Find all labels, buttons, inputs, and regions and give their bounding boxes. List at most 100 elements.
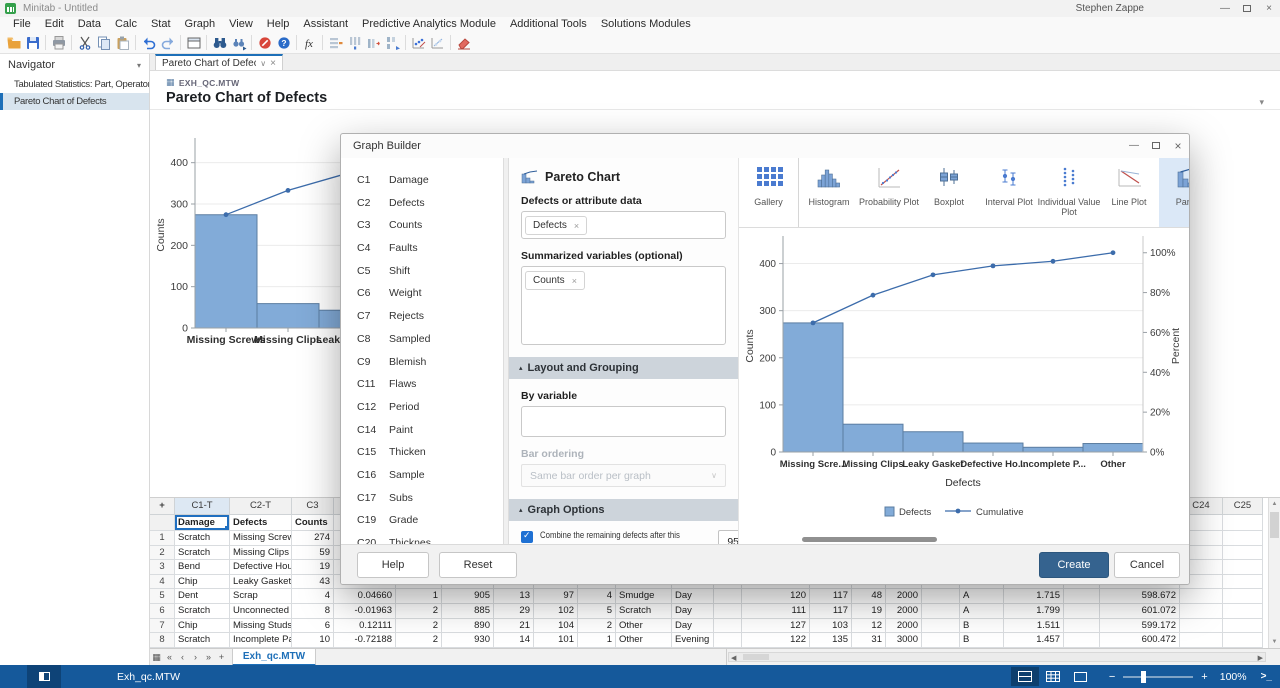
table-cell[interactable]: -0.72188 <box>334 633 396 648</box>
menu-graph[interactable]: Graph <box>178 17 223 32</box>
collapse-section-icon[interactable]: ▴ <box>519 506 523 514</box>
table-cell[interactable]: Evening <box>672 633 714 648</box>
table-cell[interactable]: Day <box>672 589 714 604</box>
table-cell[interactable]: Day <box>672 619 714 634</box>
navigator-header[interactable]: Navigator ▾ <box>0 54 149 76</box>
table-cell[interactable] <box>922 604 960 619</box>
table-cell[interactable]: 599.172 <box>1100 619 1180 634</box>
table-cell[interactable] <box>1180 589 1223 604</box>
col-header-C2-T[interactable]: C2-T <box>230 498 292 515</box>
menu-data[interactable]: Data <box>71 17 108 32</box>
table-cell[interactable]: Dent <box>175 589 230 604</box>
table-cell[interactable]: B <box>960 619 1004 634</box>
layout-grouping-section[interactable]: ▴ Layout and Grouping <box>509 357 738 379</box>
table-cell[interactable]: 13 <box>494 589 534 604</box>
table-cell[interactable]: 2 <box>396 604 442 619</box>
table-cell[interactable]: 6 <box>292 619 334 634</box>
table-cell[interactable]: 101 <box>534 633 578 648</box>
scroll-right-icon[interactable]: ▶ <box>1258 654 1263 662</box>
table-cell[interactable]: 2000 <box>886 589 922 604</box>
table-cell[interactable] <box>714 604 742 619</box>
table-cell[interactable]: 104 <box>534 619 578 634</box>
menu-edit[interactable]: Edit <box>38 17 71 32</box>
zoom-in-icon[interactable]: + <box>1201 671 1207 683</box>
redo-icon[interactable] <box>158 33 177 52</box>
restore-button[interactable] <box>1236 0 1258 17</box>
table-cell[interactable]: 2 <box>578 619 616 634</box>
menu-calc[interactable]: Calc <box>108 17 144 32</box>
table-cell[interactable]: Defective Housi <box>230 560 292 575</box>
cancel-button[interactable]: Cancel <box>1114 552 1180 578</box>
menu-additional-tools[interactable]: Additional Tools <box>503 17 594 32</box>
table-cell[interactable]: A <box>960 589 1004 604</box>
column-item-C20[interactable]: C20Thicknes <box>341 532 503 544</box>
table-cell[interactable]: 14 <box>494 633 534 648</box>
active-window-icon[interactable] <box>27 665 61 688</box>
table-cell[interactable] <box>1223 546 1263 561</box>
last-worksheet-icon[interactable]: » <box>202 652 215 663</box>
column-item-C2[interactable]: C2Defects <box>341 192 503 215</box>
table-cell[interactable] <box>714 633 742 648</box>
table-cell[interactable] <box>1064 589 1100 604</box>
table-cell[interactable] <box>1223 560 1263 575</box>
counts-chip[interactable]: Counts × <box>525 271 585 290</box>
table-cell[interactable]: 598.672 <box>1100 589 1180 604</box>
dialog-close-button[interactable]: × <box>1167 134 1189 158</box>
table-cell[interactable]: 127 <box>742 619 810 634</box>
col-header-C3[interactable]: C3 <box>292 498 334 515</box>
column-item-C11[interactable]: C11Flaws <box>341 373 503 396</box>
column-item-C1[interactable]: C1Damage <box>341 169 503 192</box>
table-cell[interactable] <box>714 589 742 604</box>
table-cell[interactable]: -0.01963 <box>334 604 396 619</box>
insert-row-icon[interactable] <box>326 33 345 52</box>
table-cell[interactable]: + <box>150 498 175 515</box>
table-cell[interactable] <box>1180 619 1223 634</box>
column-item-C9[interactable]: C9Blemish <box>341 351 503 374</box>
table-cell[interactable]: 2 <box>150 546 175 561</box>
tab-close-icon[interactable]: × <box>270 58 276 69</box>
copy-icon[interactable] <box>94 33 113 52</box>
table-cell[interactable]: 3000 <box>886 633 922 648</box>
table-cell[interactable]: 1.715 <box>1004 589 1064 604</box>
worksheet-tab[interactable]: Exh_qc.MTW <box>232 649 316 666</box>
table-cell[interactable]: 2 <box>396 633 442 648</box>
col-header-C1-T[interactable]: C1-T <box>175 498 230 515</box>
table-cell[interactable] <box>1223 575 1263 590</box>
table-cell[interactable] <box>150 515 175 531</box>
table-cell[interactable] <box>1180 604 1223 619</box>
table-cell[interactable]: 7 <box>150 619 175 634</box>
menu-solutions-modules[interactable]: Solutions Modules <box>594 17 698 32</box>
eraser-icon[interactable] <box>454 33 473 52</box>
var-name-Counts[interactable]: Counts <box>292 515 334 531</box>
table-cell[interactable]: Missing Clips <box>230 546 292 561</box>
summarized-field[interactable]: Counts × <box>521 266 726 345</box>
table-cell[interactable] <box>922 589 960 604</box>
command-line-icon[interactable]: >_ <box>1261 671 1272 682</box>
collapse-section-icon[interactable]: ▴ <box>519 364 523 372</box>
table-cell[interactable] <box>1223 589 1263 604</box>
table-cell[interactable]: 31 <box>852 633 886 648</box>
table-cell[interactable]: 43 <box>292 575 334 590</box>
table-cell[interactable]: 117 <box>810 589 852 604</box>
table-cell[interactable]: 1 <box>578 633 616 648</box>
table-cell[interactable]: 4 <box>150 575 175 590</box>
zoom-out-icon[interactable]: − <box>1109 671 1115 683</box>
gallery-item-boxplot[interactable]: Boxplot <box>919 158 979 227</box>
copy-column-icon[interactable] <box>383 33 402 52</box>
table-cell[interactable]: Chip <box>175 619 230 634</box>
table-cell[interactable]: 48 <box>852 589 886 604</box>
table-cell[interactable]: 111 <box>742 604 810 619</box>
column-item-C17[interactable]: C17Subs <box>341 487 503 510</box>
table-cell[interactable] <box>922 633 960 648</box>
column-item-C6[interactable]: C6Weight <box>341 282 503 305</box>
table-cell[interactable]: 8 <box>292 604 334 619</box>
table-cell[interactable] <box>922 619 960 634</box>
worksheet-view-icon[interactable] <box>1039 667 1067 686</box>
table-cell[interactable]: Other <box>616 633 672 648</box>
table-cell[interactable]: 601.072 <box>1100 604 1180 619</box>
gallery-item-interval-plot[interactable]: Interval Plot <box>979 158 1039 227</box>
gallery-item-individual-value-plot[interactable]: Individual ValuePlot <box>1039 158 1099 227</box>
menu-assistant[interactable]: Assistant <box>296 17 355 32</box>
table-cell[interactable]: 4 <box>578 589 616 604</box>
table-cell[interactable]: 1 <box>150 531 175 546</box>
